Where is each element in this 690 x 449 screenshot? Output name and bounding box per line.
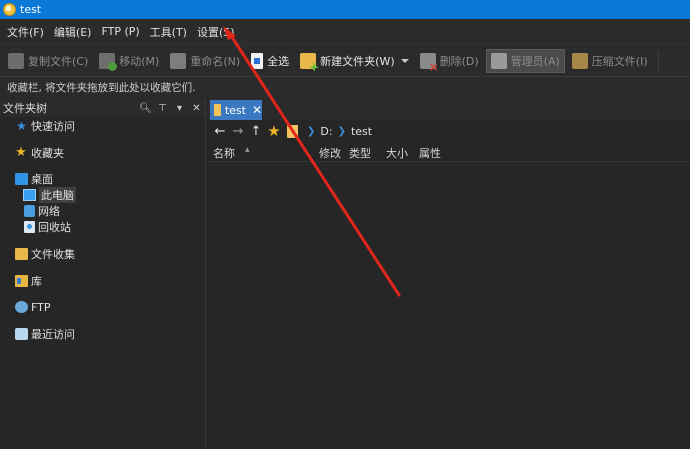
tree-label: 库 bbox=[31, 275, 42, 288]
address-bar[interactable]: ← → ↑ ★ ❯ D: ❯ test bbox=[207, 120, 690, 142]
desktop-icon bbox=[15, 173, 28, 185]
toolbar: 复制文件(C) 移动(M) 重命名(N) 全选 新建文件夹(W) 删除(D) 管… bbox=[0, 44, 690, 76]
tree-label: 收藏夹 bbox=[31, 147, 64, 160]
compress-button[interactable]: 压缩文件(I) bbox=[568, 49, 652, 73]
favorites-bar-hint: 收藏栏, 将文件夹拖放到此处以收藏它们. bbox=[7, 82, 196, 94]
window-title: test bbox=[20, 3, 42, 16]
up-arrow-icon[interactable]: ↑ bbox=[247, 124, 265, 139]
favorites-bar: 收藏栏, 将文件夹拖放到此处以收藏它们. bbox=[0, 76, 690, 98]
network-icon bbox=[24, 205, 35, 217]
select-all-icon bbox=[251, 52, 264, 69]
search-icon[interactable]: 🔍︎ bbox=[137, 103, 154, 114]
menu-edit[interactable]: 编辑(E) bbox=[49, 24, 97, 40]
select-all-label: 全选 bbox=[267, 54, 290, 68]
zip-icon bbox=[571, 52, 588, 69]
tree-item-file-collection[interactable]: 文件收集 bbox=[15, 246, 75, 262]
star-icon[interactable]: ★ bbox=[265, 122, 283, 140]
menu-settings[interactable]: 设置(S) bbox=[192, 24, 240, 40]
new-folder-icon bbox=[300, 52, 319, 74]
breadcrumb-drive[interactable]: D: bbox=[320, 125, 332, 138]
copy-file-label: 复制文件(C) bbox=[28, 54, 89, 68]
folder-icon bbox=[287, 124, 298, 138]
column-attributes[interactable]: 属性 bbox=[419, 145, 441, 161]
tree-item-this-pc[interactable]: 此电脑 bbox=[23, 187, 76, 203]
star-icon: ★ bbox=[16, 119, 27, 133]
chevron-right-icon[interactable]: ❯ bbox=[307, 126, 315, 137]
menu-tools[interactable]: 工具(T) bbox=[145, 24, 192, 40]
rename-icon bbox=[170, 52, 187, 69]
tree-label: 回收站 bbox=[38, 221, 71, 234]
column-header: 名称 ▴ 修改 类型 大小 属性 bbox=[207, 142, 690, 162]
admin-icon bbox=[490, 52, 507, 69]
copy-icon bbox=[8, 52, 24, 69]
tree-label: 文件收集 bbox=[31, 248, 75, 261]
tree-item-quick-access[interactable]: ★ 快速访问 bbox=[15, 118, 75, 134]
close-icon[interactable]: ✕ bbox=[252, 104, 262, 116]
tree-item-library[interactable]: 库 bbox=[15, 273, 42, 289]
folder-tree-pane: 文件夹树 🔍︎ ⊤ ▾ ✕ ★ 快速访问 ★ 收藏夹 桌面 此电脑 网络 回收站… bbox=[0, 99, 206, 449]
tree-label: 快速访问 bbox=[31, 120, 75, 133]
column-type[interactable]: 类型 bbox=[349, 145, 371, 161]
app-icon bbox=[3, 3, 16, 16]
recent-icon bbox=[15, 328, 28, 340]
rename-label: 重命名(N) bbox=[190, 54, 241, 68]
folder-icon bbox=[214, 104, 221, 116]
folder-tree-title: 文件夹树 bbox=[3, 102, 47, 115]
tree-item-network[interactable]: 网络 bbox=[24, 203, 60, 219]
tree-label: 网络 bbox=[38, 205, 60, 218]
move-icon bbox=[99, 52, 118, 71]
new-folder-button[interactable]: 新建文件夹(W) bbox=[296, 49, 412, 74]
toolbar-divider bbox=[657, 50, 659, 71]
tab-strip: test ✕ bbox=[207, 99, 690, 120]
ftp-icon bbox=[15, 301, 28, 313]
new-folder-label: 新建文件夹(W) bbox=[320, 54, 395, 68]
move-label: 移动(M) bbox=[119, 54, 160, 68]
breadcrumb-folder[interactable]: test bbox=[351, 125, 372, 138]
tree-label: 最近访问 bbox=[31, 328, 75, 341]
tab-test[interactable]: test ✕ bbox=[210, 100, 262, 120]
delete-button[interactable]: 删除(D) bbox=[416, 49, 483, 74]
delete-label: 删除(D) bbox=[439, 54, 479, 68]
chevron-down-icon[interactable] bbox=[400, 58, 409, 63]
admin-label: 管理员(A) bbox=[510, 54, 560, 68]
menu-ftp[interactable]: FTP (P) bbox=[96, 25, 144, 38]
tree-item-recycle-bin[interactable]: 回收站 bbox=[24, 219, 71, 235]
tree-label: 桌面 bbox=[31, 173, 53, 186]
select-all-button[interactable]: 全选 bbox=[247, 49, 293, 73]
tree-label: 此电脑 bbox=[39, 187, 76, 203]
computer-icon bbox=[23, 189, 36, 201]
column-name[interactable]: 名称 bbox=[213, 145, 235, 161]
close-icon[interactable]: ✕ bbox=[188, 103, 205, 114]
collapse-icon[interactable]: ⊤ bbox=[154, 103, 171, 114]
admin-button[interactable]: 管理员(A) bbox=[485, 48, 565, 73]
library-icon bbox=[15, 275, 28, 287]
tab-label: test bbox=[224, 103, 246, 117]
recycle-bin-icon bbox=[24, 221, 35, 233]
tree-item-favorites[interactable]: ★ 收藏夹 bbox=[14, 145, 64, 161]
tree-label: FTP bbox=[31, 300, 51, 314]
menu-bar: 文件(F) 编辑(E) FTP (P) 工具(T) 设置(S) bbox=[0, 19, 690, 44]
folder-icon bbox=[15, 248, 28, 260]
copy-file-button[interactable]: 复制文件(C) bbox=[4, 49, 92, 73]
tree-item-desktop[interactable]: 桌面 bbox=[15, 171, 53, 187]
move-button[interactable]: 移动(M) bbox=[95, 49, 163, 73]
compress-label: 压缩文件(I) bbox=[591, 54, 648, 68]
sort-up-icon: ▴ bbox=[245, 145, 250, 155]
rename-button[interactable]: 重命名(N) bbox=[166, 49, 244, 73]
folder-tree-header: 文件夹树 🔍︎ ⊤ ▾ ✕ bbox=[0, 99, 205, 117]
column-size[interactable]: 大小 bbox=[386, 145, 408, 161]
star-icon: ★ bbox=[15, 145, 27, 160]
chevron-right-icon[interactable]: ❯ bbox=[338, 126, 346, 137]
back-arrow-icon[interactable]: ← bbox=[211, 124, 229, 139]
tree-item-ftp[interactable]: FTP bbox=[15, 299, 51, 315]
pane-menu-icon[interactable]: ▾ bbox=[171, 103, 188, 114]
forward-arrow-icon[interactable]: → bbox=[229, 124, 247, 139]
delete-icon bbox=[419, 52, 439, 74]
title-bar: test bbox=[0, 0, 690, 19]
menu-file[interactable]: 文件(F) bbox=[2, 24, 49, 40]
file-list-pane: test ✕ ← → ↑ ★ ❯ D: ❯ test 名称 ▴ 修改 类型 大小… bbox=[207, 99, 690, 449]
tree-item-recent[interactable]: 最近访问 bbox=[15, 326, 75, 342]
column-modified[interactable]: 修改 bbox=[319, 145, 341, 161]
